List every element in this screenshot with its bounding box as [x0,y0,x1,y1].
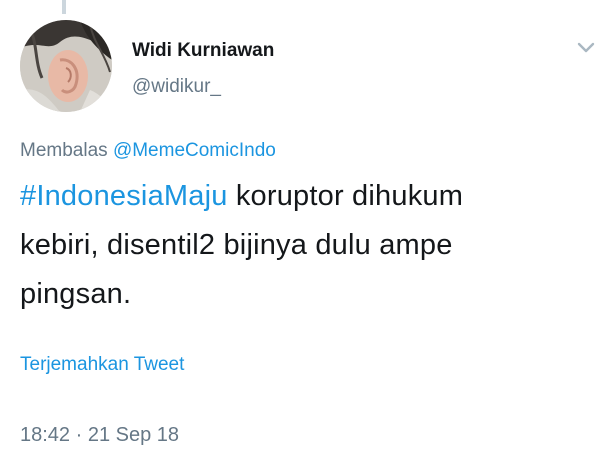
avatar-image [20,20,112,112]
tweet-timestamp[interactable]: 18:42 · 21 Sep 18 [20,424,179,447]
tweet-text-line-2: kebiri, disentil2 bijinya dulu ampe [20,229,453,261]
more-menu-button[interactable] [574,38,598,58]
avatar[interactable] [20,20,112,112]
tweet-text-line-3: pingsan. [20,278,132,310]
author-handle[interactable]: @widikur_ [132,76,221,98]
reply-mention-link[interactable]: @MemeComicIndo [113,140,276,161]
hashtag-link[interactable]: #IndonesiaMaju [20,180,228,212]
author-display-name[interactable]: Widi Kurniawan [132,40,274,62]
reply-prefix: Membalas [20,140,108,161]
tweet-text: #IndonesiaMaju koruptor dihukum kebiri, … [20,172,590,319]
reply-context: Membalas @MemeComicIndo [20,140,276,162]
translate-tweet-link[interactable]: Terjemahkan Tweet [20,354,184,376]
chevron-down-icon [577,42,595,53]
thread-connector-line [62,0,66,14]
tweet-text-line-1: koruptor dihukum [227,180,464,212]
